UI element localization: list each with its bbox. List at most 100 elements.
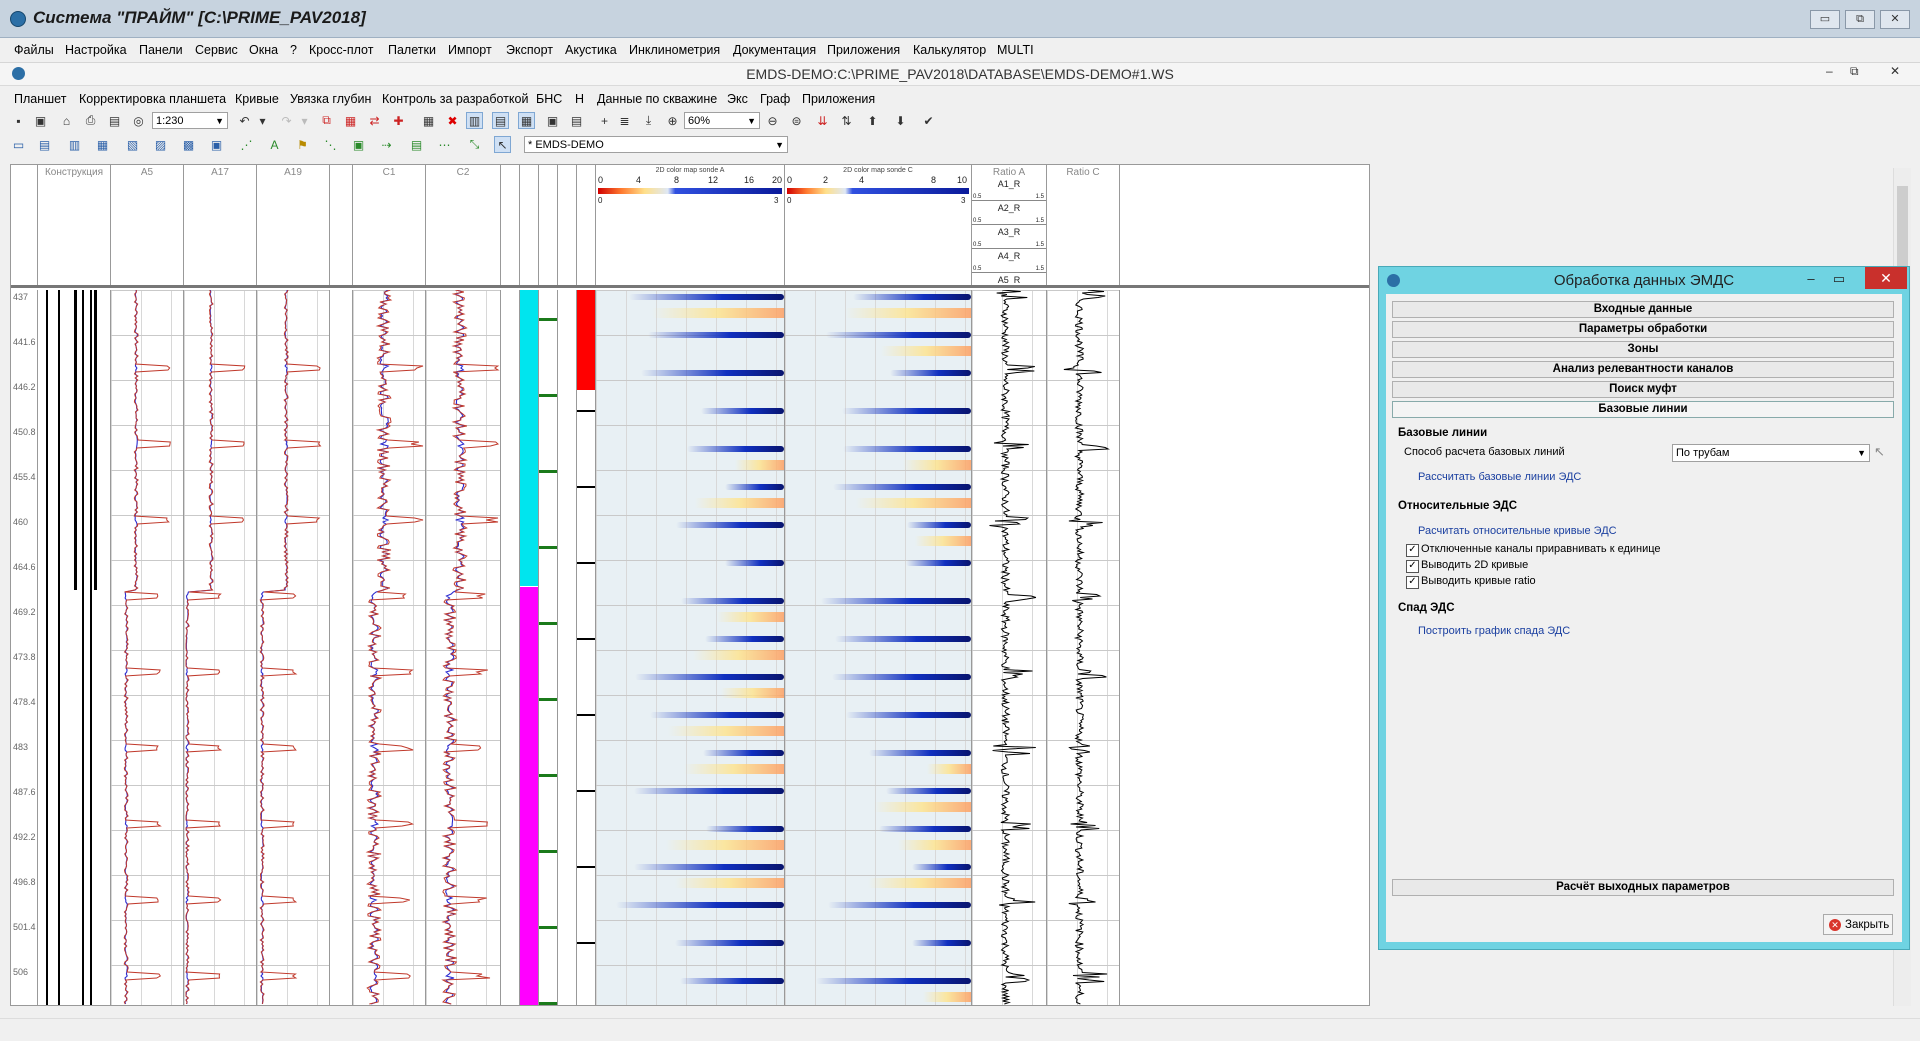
insert-icon[interactable]: ✚ — [390, 112, 407, 129]
dialog-maximize-button[interactable]: ▭ — [1827, 269, 1851, 289]
tool-7-icon[interactable]: ▩ — [180, 136, 197, 153]
scale-icon[interactable]: ◎ — [130, 112, 147, 129]
depth-tool-icon[interactable]: ⇊ — [814, 112, 831, 129]
delete-icon[interactable]: ✖ — [444, 112, 461, 129]
tool-14-icon[interactable]: ⇢ — [378, 136, 395, 153]
accordion-zones[interactable]: Зоны — [1392, 341, 1894, 358]
decay-plot-link[interactable]: Построить график спада ЭДС — [1418, 625, 1570, 637]
tool-3-icon[interactable]: ▥ — [66, 136, 83, 153]
tool-12-icon[interactable]: ⋱ — [322, 136, 339, 153]
split-icon[interactable]: ⇅ — [838, 112, 855, 129]
curve-tool-icon[interactable]: ⤓ — [640, 112, 657, 129]
lock-icon[interactable]: ⌂ — [58, 112, 75, 129]
pmenu-applications[interactable]: Приложения — [802, 92, 875, 106]
redo-dropdown-icon[interactable]: ▾ — [296, 112, 313, 129]
menu-calculator[interactable]: Калькулятор — [913, 43, 986, 57]
doc-close-button[interactable]: ✕ — [1890, 64, 1900, 78]
menu-panels[interactable]: Панели — [139, 43, 183, 57]
pmenu-graph[interactable]: Граф — [760, 92, 790, 106]
scale-combo[interactable]: 1:230 ▼ — [152, 112, 228, 129]
dialog-minimize-button[interactable]: – — [1799, 269, 1823, 289]
menu-inclinometry[interactable]: Инклинометрия — [629, 43, 720, 57]
doc-restore-button[interactable]: ⧉ — [1850, 64, 1859, 79]
menu-crossplot[interactable]: Кросс-плот — [309, 43, 373, 57]
menu-export[interactable]: Экспорт — [506, 43, 553, 57]
checkbox-disabled-channels[interactable]: ✓ — [1406, 544, 1419, 557]
pmenu-bns[interactable]: БНС — [536, 92, 562, 106]
accordion-channel-relevance[interactable]: Анализ релевантности каналов — [1392, 361, 1894, 378]
accordion-coupling-search[interactable]: Поиск муфт — [1392, 381, 1894, 398]
view-mode-5-icon[interactable]: ▤ — [568, 112, 585, 129]
add-curve-icon[interactable]: + — [596, 112, 613, 129]
calc-relative-link[interactable]: Расчитать относительные кривые ЭДС — [1418, 525, 1617, 537]
accordion-processing-params[interactable]: Параметры обработки — [1392, 321, 1894, 338]
menu-acoustics[interactable]: Акустика — [565, 43, 617, 57]
save-as-icon[interactable]: ▣ — [32, 112, 49, 129]
menu-applications[interactable]: Приложения — [827, 43, 900, 57]
pmenu-depth-tie[interactable]: Увязка глубин — [290, 92, 371, 106]
pmenu-production-control[interactable]: Контроль за разработкой — [382, 92, 528, 106]
paste-icon[interactable]: ▦ — [342, 112, 359, 129]
zoom-out-icon[interactable]: ⊖ — [764, 112, 781, 129]
accordion-input-data[interactable]: Входные данные — [1392, 301, 1894, 318]
menu-windows[interactable]: Окна — [249, 43, 278, 57]
menu-help[interactable]: ? — [290, 43, 297, 57]
close-app-button[interactable]: ✕ — [1880, 10, 1910, 29]
tool-13-icon[interactable]: ▣ — [350, 136, 367, 153]
view-mode-1-icon[interactable]: ▥ — [466, 112, 483, 129]
pointer-tool-icon[interactable]: ↖ — [494, 136, 511, 153]
undo-dropdown-icon[interactable]: ▾ — [254, 112, 271, 129]
print-icon[interactable]: ⎙ — [82, 112, 99, 129]
tool-17-icon[interactable]: ⤡ — [466, 136, 483, 153]
doc-minimize-button[interactable]: – — [1826, 64, 1833, 78]
calc-baselines-link[interactable]: Рассчитать базовые линии ЭДС — [1418, 471, 1581, 483]
minimize-button[interactable]: ▭ — [1810, 10, 1840, 29]
tool-5-icon[interactable]: ▧ — [124, 136, 141, 153]
pmenu-exp[interactable]: Экс — [727, 92, 748, 106]
pmenu-n[interactable]: Н — [575, 92, 584, 106]
tool-6-icon[interactable]: ▨ — [152, 136, 169, 153]
pmenu-plan-correction[interactable]: Корректировка планшета — [79, 92, 226, 106]
text-tool-icon[interactable]: A — [266, 136, 283, 153]
maximize-button[interactable]: ⧉ — [1845, 10, 1875, 29]
calc-output-params-button[interactable]: Расчёт выходных параметров — [1392, 879, 1894, 896]
save-icon[interactable]: ▪ — [10, 112, 27, 129]
undo-icon[interactable]: ↶ — [236, 112, 253, 129]
view-mode-4-icon[interactable]: ▣ — [544, 112, 561, 129]
menu-import[interactable]: Импорт — [448, 43, 492, 57]
zoom-combo[interactable]: 60% ▼ — [684, 112, 760, 129]
dataset-combo[interactable]: * EMDS-DEMO ▼ — [524, 136, 788, 153]
menu-settings[interactable]: Настройка — [65, 43, 127, 57]
view-mode-3-icon[interactable]: ▦ — [518, 112, 535, 129]
tool-9-icon[interactable]: ⋰ — [238, 136, 255, 153]
zoom-icon[interactable]: ⊕ — [664, 112, 681, 129]
pmenu-plan[interactable]: Планшет — [14, 92, 66, 106]
arrow-up-icon[interactable]: ⬆ — [864, 112, 881, 129]
pmenu-curves[interactable]: Кривые — [235, 92, 279, 106]
menu-service[interactable]: Сервис — [195, 43, 238, 57]
checkbox-2d-curves[interactable]: ✓ — [1406, 560, 1419, 573]
log-plot[interactable]: Конструкция A5 A17 A19 C1 C2 2D color ma… — [10, 164, 1370, 1006]
arrow-down-icon[interactable]: ⬇ — [892, 112, 909, 129]
baseline-method-select[interactable]: По трубам ▼ — [1672, 444, 1870, 462]
table-icon[interactable]: ▦ — [420, 112, 437, 129]
redo-icon[interactable]: ↷ — [278, 112, 295, 129]
tool-11-icon[interactable]: ⚑ — [294, 136, 311, 153]
preview-icon[interactable]: ▤ — [106, 112, 123, 129]
tool-2-icon[interactable]: ▤ — [36, 136, 53, 153]
pmenu-well-data[interactable]: Данные по скважине — [597, 92, 717, 106]
menu-documentation[interactable]: Документация — [733, 43, 816, 57]
tool-8-icon[interactable]: ▣ — [208, 136, 225, 153]
check-icon[interactable]: ✔ — [920, 112, 937, 129]
curve-edit-icon[interactable]: ≣ — [616, 112, 633, 129]
close-button[interactable]: ✕ Закрыть — [1823, 914, 1893, 935]
checkbox-ratio-curves[interactable]: ✓ — [1406, 576, 1419, 589]
view-mode-2-icon[interactable]: ▤ — [492, 112, 509, 129]
dialog-close-button[interactable]: ✕ — [1865, 267, 1907, 289]
zoom-fit-icon[interactable]: ⊜ — [788, 112, 805, 129]
copy-icon[interactable]: ⧉ — [318, 112, 335, 129]
menu-multi[interactable]: MULTI — [997, 43, 1034, 57]
horizontal-scrollbar[interactable] — [10, 1006, 1893, 1016]
accordion-baselines[interactable]: Базовые линии — [1392, 401, 1894, 418]
tool-16-icon[interactable]: ⋯ — [436, 136, 453, 153]
